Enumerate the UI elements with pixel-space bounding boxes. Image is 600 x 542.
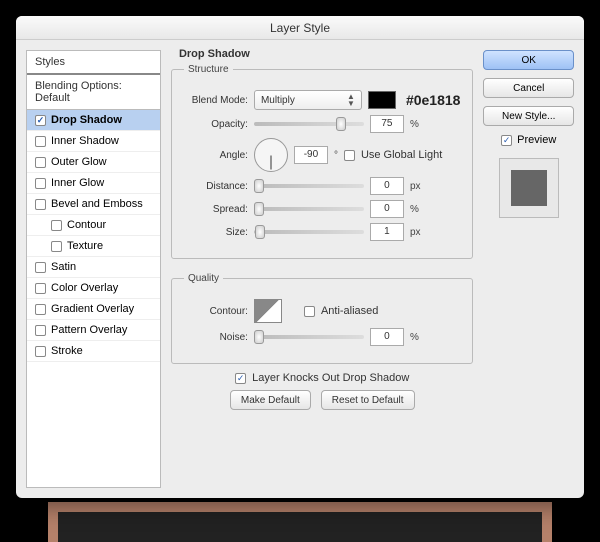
style-checkbox[interactable] (35, 178, 46, 189)
panel-title: Drop Shadow (179, 48, 250, 60)
angle-label: Angle: (184, 150, 248, 161)
style-item-label: Outer Glow (51, 156, 107, 168)
global-light-checkbox[interactable] (344, 150, 355, 161)
styles-list: Styles Blending Options: Default ✓ Drop S… (26, 50, 161, 488)
quality-group: Quality Contour: Anti-aliased Noise: 0 % (171, 273, 474, 364)
title-bar: Layer Style (16, 16, 584, 40)
angle-dial[interactable] (254, 138, 288, 172)
style-checkbox[interactable] (35, 157, 46, 168)
structure-group: Structure Blend Mode: Multiply ▲▼ #0e181… (171, 64, 474, 259)
style-item-label: Inner Shadow (51, 135, 119, 147)
distance-label: Distance: (184, 181, 248, 192)
style-item-satin[interactable]: Satin (27, 257, 160, 278)
style-checkbox[interactable] (35, 262, 46, 273)
style-item-bevel-and-emboss[interactable]: Bevel and Emboss (27, 194, 160, 215)
cancel-button[interactable]: Cancel (483, 78, 574, 98)
style-item-texture[interactable]: Texture (27, 236, 160, 257)
quality-legend: Quality (184, 273, 223, 284)
spread-slider[interactable] (254, 207, 364, 211)
style-item-outer-glow[interactable]: Outer Glow (27, 152, 160, 173)
style-checkbox[interactable] (51, 241, 62, 252)
size-label: Size: (184, 227, 248, 238)
opacity-label: Opacity: (184, 119, 248, 130)
spread-label: Spread: (184, 204, 248, 215)
distance-input[interactable]: 0 (370, 177, 404, 195)
antialias-label: Anti-aliased (321, 305, 378, 317)
style-item-gradient-overlay[interactable]: Gradient Overlay (27, 299, 160, 320)
style-item-label: Pattern Overlay (51, 324, 127, 336)
distance-slider[interactable] (254, 184, 364, 188)
style-checkbox[interactable] (35, 283, 46, 294)
noise-input[interactable]: 0 (370, 328, 404, 346)
style-item-label: Color Overlay (51, 282, 118, 294)
structure-legend: Structure (184, 64, 233, 75)
style-item-color-overlay[interactable]: Color Overlay (27, 278, 160, 299)
style-checkbox[interactable]: ✓ (35, 115, 46, 126)
style-item-inner-shadow[interactable]: Inner Shadow (27, 131, 160, 152)
side-buttons: OK Cancel New Style... ✓ Preview (483, 50, 574, 488)
preview-checkbox[interactable]: ✓ (501, 135, 512, 146)
size-input[interactable]: 1 (370, 223, 404, 241)
style-item-label: Contour (67, 219, 106, 231)
style-item-pattern-overlay[interactable]: Pattern Overlay (27, 320, 160, 341)
hex-annotation: #0e1818 (406, 92, 461, 108)
blending-options[interactable]: Blending Options: Default (27, 75, 160, 110)
spread-input[interactable]: 0 (370, 200, 404, 218)
size-slider[interactable] (254, 230, 364, 234)
opacity-slider[interactable] (254, 122, 364, 126)
style-item-label: Satin (51, 261, 76, 273)
styles-header[interactable]: Styles (27, 51, 160, 75)
ok-button[interactable]: OK (483, 50, 574, 70)
blend-mode-select[interactable]: Multiply ▲▼ (254, 90, 362, 110)
angle-input[interactable]: -90 (294, 146, 328, 164)
style-item-label: Stroke (51, 345, 83, 357)
color-swatch[interactable] (368, 91, 396, 109)
updown-icon: ▲▼ (347, 93, 355, 107)
style-checkbox[interactable] (35, 325, 46, 336)
main-panel: Drop Shadow Structure Blend Mode: Multip… (169, 50, 476, 488)
contour-label: Contour: (184, 306, 248, 317)
preview-label: Preview (517, 134, 556, 146)
noise-slider[interactable] (254, 335, 364, 339)
style-checkbox[interactable] (51, 220, 62, 231)
style-item-label: Inner Glow (51, 177, 104, 189)
style-item-label: Texture (67, 240, 103, 252)
style-item-inner-glow[interactable]: Inner Glow (27, 173, 160, 194)
backdrop-frame (48, 502, 552, 542)
new-style-button[interactable]: New Style... (483, 106, 574, 126)
antialias-checkbox[interactable] (304, 306, 315, 317)
style-item-stroke[interactable]: Stroke (27, 341, 160, 362)
style-checkbox[interactable] (35, 136, 46, 147)
style-checkbox[interactable] (35, 346, 46, 357)
style-item-label: Gradient Overlay (51, 303, 134, 315)
reset-default-button[interactable]: Reset to Default (321, 390, 415, 410)
global-light-label: Use Global Light (361, 149, 442, 161)
knockout-checkbox[interactable]: ✓ (235, 373, 246, 384)
layer-style-dialog: Layer Style Styles Blending Options: Def… (16, 16, 584, 498)
blend-mode-label: Blend Mode: (184, 95, 248, 106)
style-item-label: Bevel and Emboss (51, 198, 143, 210)
style-checkbox[interactable] (35, 199, 46, 210)
preview-box (499, 158, 559, 218)
contour-picker[interactable] (254, 299, 282, 323)
opacity-input[interactable]: 75 (370, 115, 404, 133)
noise-label: Noise: (184, 332, 248, 343)
style-item-label: Drop Shadow (51, 114, 122, 126)
style-checkbox[interactable] (35, 304, 46, 315)
style-item-contour[interactable]: Contour (27, 215, 160, 236)
make-default-button[interactable]: Make Default (230, 390, 311, 410)
style-item-drop-shadow[interactable]: ✓ Drop Shadow (27, 110, 160, 131)
knockout-label: Layer Knocks Out Drop Shadow (252, 372, 409, 384)
